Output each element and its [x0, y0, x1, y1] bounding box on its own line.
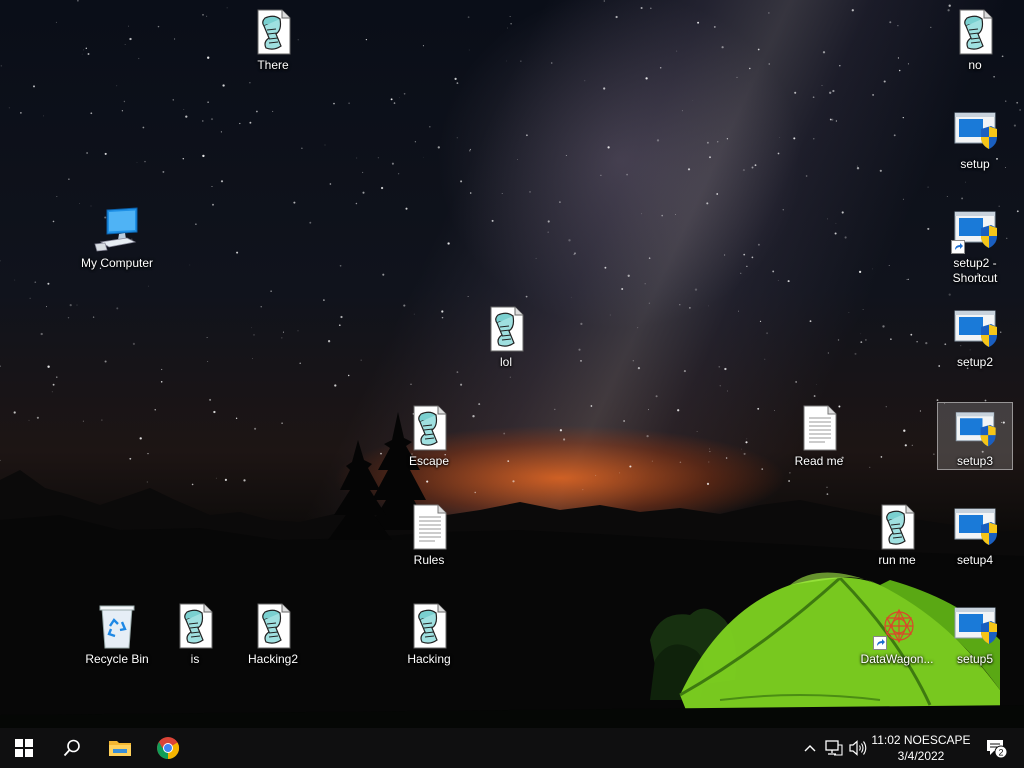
hacking2-file-icon[interactable]: Hacking2 [235, 598, 311, 684]
show-hidden-icons-button[interactable] [800, 728, 820, 768]
icon-label: Read me [794, 454, 844, 468]
script-icon [413, 603, 447, 649]
file-explorer-button[interactable] [96, 728, 144, 768]
icon-label: Hacking2 [247, 652, 299, 666]
file-explorer-icon [109, 741, 131, 756]
icon-label: no [968, 58, 982, 72]
script-icon [257, 603, 291, 649]
icon-label: There [257, 58, 289, 72]
script-icon [413, 405, 447, 451]
desktop[interactable]: There My Computer lol Escape Rules Recyc… [0, 0, 1024, 728]
icon-label: DataWagon... [860, 652, 934, 666]
action-center-icon: 2 [987, 740, 1007, 758]
system-clock[interactable]: 11:02 NOESCAPE 3/4/2022 [868, 728, 974, 768]
installer-shield-icon [954, 112, 997, 149]
clock-time: 11:02 NOESCAPE [871, 733, 971, 747]
icon-label: My Computer [80, 256, 154, 270]
script-icon [959, 9, 993, 55]
notification-count: 2 [998, 748, 1003, 758]
volume-button[interactable] [846, 728, 870, 768]
datawagon-shortcut-icon[interactable]: DataWagon... [859, 598, 935, 684]
no-file-icon[interactable]: no [937, 4, 1013, 90]
text-document-icon [803, 405, 837, 451]
setup2-file-icon[interactable]: setup2 [937, 301, 1013, 387]
setup3-file-icon[interactable]: setup3 [937, 402, 1013, 470]
icon-label: Escape [408, 454, 450, 468]
icon-label: is [190, 652, 200, 666]
shortcut-arrow-icon [873, 636, 887, 650]
windows-start-icon [15, 739, 33, 757]
installer-shield-icon [954, 310, 997, 347]
network-button[interactable] [822, 728, 846, 768]
installer-shield-icon [955, 412, 996, 447]
search-button[interactable] [48, 728, 96, 768]
network-icon [825, 740, 843, 756]
icon-label: setup4 [956, 553, 994, 567]
recycle-bin-icon [99, 605, 135, 649]
start-button[interactable] [0, 728, 48, 768]
chevron-up-icon [804, 745, 816, 752]
icon-label: Hacking [407, 652, 451, 666]
script-icon [257, 9, 291, 55]
icon-label: setup2 [956, 355, 994, 369]
script-icon [179, 603, 213, 649]
action-center-button[interactable]: 2 [978, 728, 1014, 768]
lol-file-icon[interactable]: lol [468, 301, 544, 387]
icon-label: setup [960, 157, 990, 171]
my-computer-icon-item[interactable]: My Computer [79, 202, 155, 288]
rules-file-icon[interactable]: Rules [391, 499, 467, 585]
icon-label: setup3 [956, 454, 994, 468]
read-me-file-icon[interactable]: Read me [781, 400, 857, 486]
recycle-bin-icon-item[interactable]: Recycle Bin [79, 598, 155, 684]
setup2-shortcut-icon[interactable]: setup2 - Shortcut [937, 202, 1013, 298]
script-icon [881, 504, 915, 550]
escape-file-icon[interactable]: Escape [391, 400, 467, 486]
is-file-icon[interactable]: is [157, 598, 233, 684]
setup4-file-icon[interactable]: setup4 [937, 499, 1013, 585]
icon-label: run me [878, 553, 916, 567]
volume-icon [849, 740, 867, 756]
chrome-button[interactable] [144, 728, 192, 768]
icon-label: setup2 - Shortcut [952, 256, 998, 285]
shortcut-arrow-icon [951, 240, 965, 254]
hacking-file-icon[interactable]: Hacking [391, 598, 467, 684]
search-icon [63, 739, 80, 757]
computer-icon [94, 207, 138, 252]
setup-file-icon[interactable]: setup [937, 103, 1013, 189]
icon-label: lol [499, 355, 512, 369]
text-document-icon [413, 504, 447, 550]
icon-label: Rules [413, 553, 445, 567]
clock-date: 3/4/2022 [897, 749, 945, 763]
installer-shield-icon [954, 607, 997, 644]
taskbar: 11:02 NOESCAPE 3/4/2022 2 [0, 728, 1024, 768]
script-icon [490, 306, 524, 352]
chrome-icon [157, 737, 179, 759]
icon-label: Recycle Bin [85, 652, 149, 666]
icon-label: setup5 [956, 652, 994, 666]
run-me-file-icon[interactable]: run me [859, 499, 935, 585]
installer-shield-icon [954, 508, 997, 545]
setup5-file-icon[interactable]: setup5 [937, 598, 1013, 684]
there-file-icon[interactable]: There [235, 4, 311, 90]
